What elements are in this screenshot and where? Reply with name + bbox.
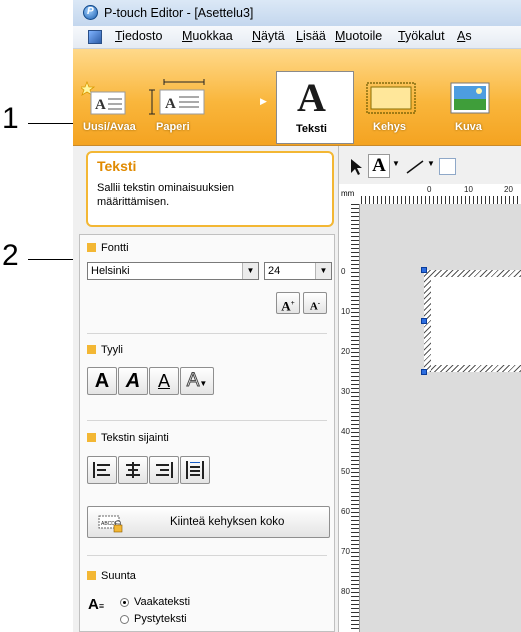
select-arrow-icon[interactable] — [349, 158, 365, 176]
horizontal-text-radio[interactable] — [120, 598, 129, 607]
vertical-text-label: Pystyteksti — [134, 613, 187, 625]
ruler-h-tick: 10 — [464, 185, 473, 194]
direction-section-title: Suunta — [87, 570, 136, 582]
paper-label: Paperi — [156, 121, 190, 133]
italic-button[interactable]: A — [118, 367, 148, 395]
info-title: Teksti — [97, 158, 137, 174]
info-description: Sallii tekstin ominaisuuksien määrittämi… — [97, 182, 234, 208]
font-name-dropdown-icon[interactable]: ▼ — [242, 263, 258, 279]
svg-text:A: A — [95, 97, 106, 113]
menu-asetukset[interactable]: As — [457, 29, 472, 43]
justify-button[interactable] — [180, 456, 210, 484]
font-name-value: Helsinki — [91, 265, 130, 277]
info-box: Teksti Sallii tekstin ominaisuuksien mää… — [86, 151, 334, 227]
selection-handle[interactable] — [421, 267, 427, 273]
divider — [87, 420, 327, 421]
frame-label: Kehys — [373, 121, 407, 133]
svg-text:A: A — [165, 96, 176, 112]
ruler-h-tick: 0 — [427, 185, 432, 194]
drawing-toolbar: A ▼ ▼ — [339, 146, 521, 185]
ruler-v-tick: 30 — [341, 387, 350, 396]
text-big-a-icon: A — [297, 75, 326, 120]
menu-nayta[interactable]: Näytä — [252, 29, 285, 43]
new-open-label: Uusi/Avaa — [83, 121, 136, 133]
selection-handle[interactable] — [421, 369, 427, 375]
document-menu-icon[interactable] — [88, 30, 102, 44]
font-name-select[interactable]: Helsinki ▼ — [87, 262, 259, 280]
align-right-icon — [156, 462, 173, 478]
ruler-v-tick: 70 — [341, 547, 350, 556]
ruler-unit-label: mm — [341, 189, 355, 198]
app-logo-icon: P — [83, 5, 98, 20]
menu-tyokalut[interactable]: Työkalut — [398, 29, 445, 43]
text-label: Teksti — [296, 123, 327, 135]
window-title: P-touch Editor - [Asettelu3] — [104, 6, 254, 20]
divider — [87, 555, 327, 556]
justify-icon — [186, 461, 204, 479]
divider — [87, 333, 327, 334]
ruler-v-tick: 60 — [341, 507, 350, 516]
font-section-title: Fontti — [87, 242, 129, 254]
menu-lisaa[interactable]: Lisää — [296, 29, 326, 43]
paper-icon: A — [149, 79, 205, 115]
vertical-ruler: 0 10 20 30 40 50 60 70 80 — [339, 204, 360, 632]
ribbon-expand-arrow-icon[interactable]: ▶ — [260, 96, 267, 107]
align-left-button[interactable] — [87, 456, 117, 484]
align-center-button[interactable] — [118, 456, 148, 484]
label-hatch-top — [424, 270, 521, 277]
font-size-value: 24 — [268, 265, 281, 277]
line-tool-icon[interactable] — [405, 158, 425, 176]
bold-button[interactable]: A — [87, 367, 117, 395]
text-position-section-title: Tekstin sijainti — [87, 432, 169, 444]
ruler-v-tick: 10 — [341, 307, 350, 316]
horizontal-ruler: mm 0 10 20 — [339, 184, 521, 205]
horizontal-text-label: Vaakateksti — [134, 596, 191, 608]
app-frame: P P-touch Editor - [Asettelu3] Tiedosto … — [73, 0, 521, 632]
menu-muotoile[interactable]: Muotoile — [335, 29, 382, 43]
callout-2-leader — [28, 259, 75, 260]
label-area[interactable] — [431, 277, 521, 365]
text-tool-dropdown-icon[interactable]: ▼ — [392, 159, 400, 168]
image-icon — [450, 82, 490, 114]
underline-button[interactable]: A — [149, 367, 179, 395]
ruler-v-tick: 50 — [341, 467, 350, 476]
layout-canvas[interactable] — [360, 204, 521, 632]
font-size-dropdown-icon[interactable]: ▼ — [315, 263, 331, 279]
increase-font-size-button[interactable]: A+ — [276, 292, 300, 314]
ruler-v-tick: 80 — [341, 587, 350, 596]
new-open-icon: A — [81, 80, 126, 115]
label-hatch-bottom — [424, 365, 521, 372]
callout-2: 2 — [2, 239, 19, 272]
vertical-text-radio[interactable] — [120, 615, 129, 624]
decrease-font-size-button[interactable]: A- — [303, 292, 327, 314]
ruler-v-tick: 40 — [341, 427, 350, 436]
frame-icon — [366, 82, 416, 114]
fixed-frame-icon: ABCDE — [98, 515, 123, 533]
line-tool-dropdown-icon[interactable]: ▼ — [427, 159, 435, 168]
selection-handle[interactable] — [421, 318, 427, 324]
align-center-icon — [126, 462, 140, 478]
style-section-title: Tyyli — [87, 344, 123, 356]
align-left-icon — [93, 462, 110, 478]
align-right-button[interactable] — [149, 456, 179, 484]
ruler-v-tick: 20 — [341, 347, 350, 356]
text-effects-button[interactable]: A▼ — [180, 367, 214, 395]
menu-tiedosto[interactable]: Tiedosto — [115, 29, 162, 43]
image-label: Kuva — [455, 121, 482, 133]
direction-icon: A≡ — [88, 596, 105, 613]
rectangle-tool-icon[interactable] — [439, 158, 456, 175]
font-size-select[interactable]: 24 ▼ — [264, 262, 332, 280]
ruler-h-tick: 20 — [504, 185, 513, 194]
fixed-frame-size-button[interactable]: ABCDE Kiinteä kehyksen koko — [87, 506, 330, 538]
menu-muokkaa[interactable]: Muokkaa — [182, 29, 233, 43]
callout-1: 1 — [2, 102, 19, 135]
text-tool-icon[interactable]: A — [368, 154, 390, 178]
ruler-v-tick: 0 — [341, 267, 346, 276]
title-bar: P P-touch Editor - [Asettelu3] — [73, 0, 521, 26]
fixed-frame-size-label: Kiinteä kehyksen koko — [170, 516, 285, 528]
